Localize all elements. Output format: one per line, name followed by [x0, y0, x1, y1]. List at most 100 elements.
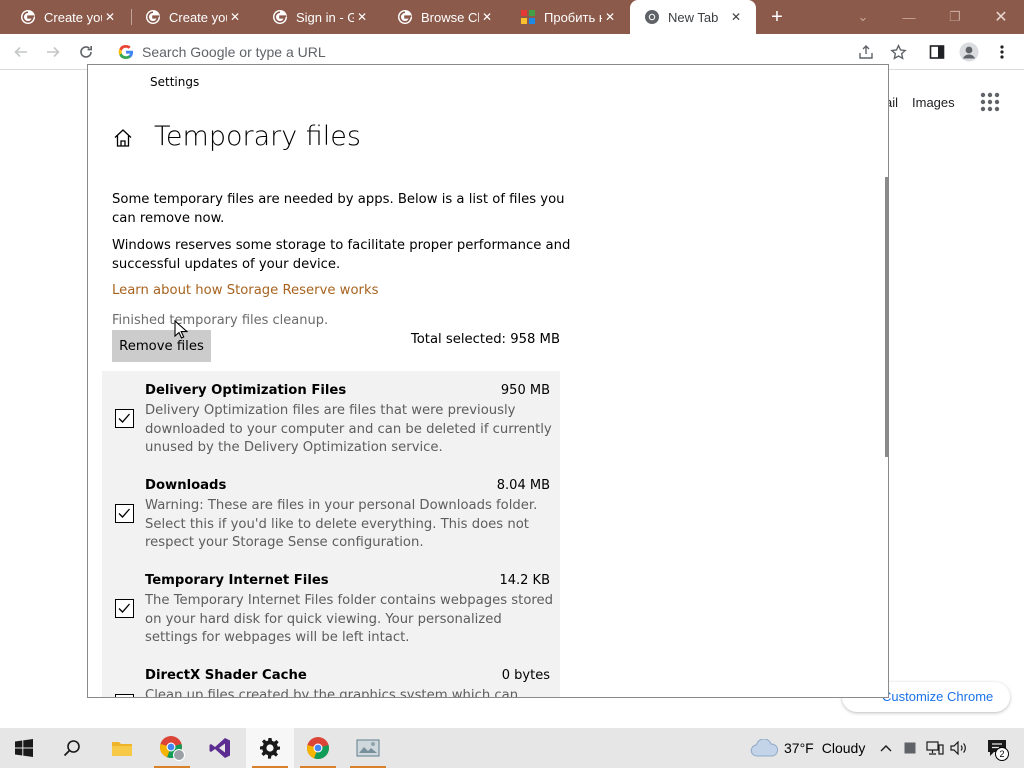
google-g-icon — [118, 44, 134, 60]
weather-widget[interactable]: 37°F Cloudy — [750, 728, 865, 768]
item-name: Downloads — [145, 478, 227, 493]
side-panel-icon[interactable] — [926, 41, 948, 63]
taskbar-chrome[interactable] — [294, 728, 342, 768]
item-name: DirectX Shader Cache — [145, 668, 307, 683]
list-item[interactable]: Delivery Optimization Files 950 MB Deliv… — [102, 371, 560, 466]
notification-count-badge: 2 — [995, 747, 1009, 761]
weather-condition: Cloudy — [821, 740, 866, 756]
chrome-icon — [307, 737, 329, 760]
total-selected-text: Total selected: 958 MB — [410, 332, 560, 347]
settings-window-title: Settings — [150, 75, 200, 89]
remove-files-button[interactable]: Remove files — [112, 330, 211, 362]
profile-avatar-icon[interactable] — [958, 41, 980, 63]
cloud-icon — [750, 739, 778, 757]
item-checkbox[interactable] — [115, 694, 134, 698]
browser-tab-title: Create your — [169, 9, 227, 25]
intro-text: Some temporary files are needed by apps.… — [112, 192, 565, 226]
start-button[interactable] — [0, 728, 48, 768]
browser-tab-3[interactable]: Sign in - Go ✕ — [252, 0, 382, 34]
settings-gear-icon — [260, 738, 280, 759]
cleanup-status-text: Finished temporary files cleanup. — [112, 313, 329, 328]
browser-tab-title: Sign in - Go — [296, 9, 354, 25]
browser-tab-strip: Create your ✕ Create your ✕ Sign in - Go… — [0, 0, 1024, 34]
item-description: The Temporary Internet Files folder cont… — [145, 593, 554, 646]
settings-scrollbar[interactable] — [885, 177, 888, 457]
browser-tab-6[interactable]: New Tab ✕ — [630, 0, 756, 34]
browser-tab-1[interactable]: Create your ✕ — [0, 0, 130, 34]
taskbar-visual-studio[interactable] — [196, 728, 244, 768]
tab-search-chevron-icon[interactable]: ⌄ — [840, 0, 886, 34]
chevron-up-icon — [880, 745, 892, 752]
item-name: Temporary Internet Files — [145, 573, 329, 588]
browser-tab-4[interactable]: Browse Chr ✕ — [377, 0, 507, 34]
google-apps-grid-icon[interactable] — [980, 92, 1000, 112]
images-link[interactable]: Images — [912, 95, 955, 110]
notification-center[interactable]: 2 — [982, 728, 1012, 768]
file-explorer-icon — [112, 742, 132, 756]
temp-files-list: Delivery Optimization Files 950 MB Deliv… — [102, 371, 560, 698]
item-description: Clean up files created by the graphics s… — [145, 688, 519, 698]
omnibox-placeholder: Search Google or type a URL — [142, 44, 326, 60]
browser-tab-title: Пробить н — [544, 9, 602, 25]
list-item[interactable]: DirectX Shader Cache 0 bytes Clean up fi… — [102, 656, 560, 698]
item-description: Delivery Optimization files are files th… — [145, 403, 552, 456]
windows-start-icon — [15, 739, 33, 757]
bookmark-star-icon[interactable] — [887, 41, 909, 63]
google-icon — [398, 10, 412, 24]
home-icon[interactable] — [112, 127, 134, 149]
volume-control[interactable] — [948, 728, 970, 768]
item-checkbox[interactable] — [115, 599, 134, 618]
reload-icon[interactable] — [75, 41, 97, 63]
google-icon — [273, 10, 287, 24]
weather-temperature: 37°F — [784, 740, 814, 756]
colorful-grid-icon — [521, 10, 535, 24]
chrome-menu-icon[interactable] — [991, 41, 1013, 63]
browser-tab-title: Create your — [44, 9, 102, 25]
checkmark-icon — [116, 695, 132, 698]
omnibox[interactable]: Search Google or type a URL — [108, 37, 920, 67]
restore-button[interactable]: ❐ — [932, 0, 978, 34]
checkmark-icon — [118, 413, 130, 423]
close-tab-icon[interactable]: ✕ — [354, 9, 370, 25]
item-size: 0 bytes — [501, 668, 550, 683]
minimize-button[interactable]: — — [886, 0, 932, 34]
item-checkbox[interactable] — [115, 409, 134, 428]
chrome-profile-icon — [160, 736, 185, 761]
item-size: 14.2 KB — [499, 573, 550, 588]
taskbar-file-explorer[interactable] — [98, 728, 146, 768]
taskbar-chrome-profile[interactable] — [148, 728, 196, 768]
search-icon — [63, 740, 80, 757]
photos-icon — [356, 739, 380, 757]
close-window-button[interactable]: ✕ — [978, 0, 1024, 34]
close-tab-icon[interactable]: ✕ — [602, 9, 618, 25]
list-item[interactable]: Temporary Internet Files 14.2 KB The Tem… — [102, 561, 560, 656]
taskbar-photos[interactable] — [344, 728, 392, 768]
close-tab-icon[interactable]: ✕ — [227, 9, 243, 25]
back-icon[interactable] — [10, 41, 32, 63]
mouse-cursor-icon — [174, 320, 188, 339]
tray-app-icon[interactable] — [900, 728, 920, 768]
close-tab-icon[interactable]: ✕ — [479, 9, 495, 25]
close-tab-icon[interactable]: ✕ — [728, 9, 744, 25]
forward-icon[interactable] — [42, 41, 64, 63]
list-item[interactable]: Downloads 8.04 MB Warning: These are fil… — [102, 466, 560, 561]
checkmark-icon — [118, 603, 130, 613]
speaker-icon — [950, 741, 966, 755]
tray-square-icon — [904, 742, 916, 754]
customize-chrome-label: Customize Chrome — [882, 689, 994, 704]
taskbar-settings[interactable] — [246, 728, 294, 768]
show-hidden-icons-chevron[interactable] — [876, 728, 896, 768]
storage-reserve-link[interactable]: Learn about how Storage Reserve works — [112, 283, 378, 298]
browser-tab-2[interactable]: Create your ✕ — [125, 0, 255, 34]
close-tab-icon[interactable]: ✕ — [102, 9, 118, 25]
item-name: Delivery Optimization Files — [145, 383, 347, 398]
item-size: 8.04 MB — [496, 478, 550, 493]
google-icon — [146, 10, 160, 24]
google-icon — [21, 10, 35, 24]
new-tab-button[interactable]: + — [766, 6, 788, 28]
taskbar-search-button[interactable] — [48, 728, 96, 768]
network-status[interactable] — [924, 728, 946, 768]
browser-tab-5[interactable]: Пробить н ✕ — [500, 0, 630, 34]
item-checkbox[interactable] — [115, 504, 134, 523]
share-icon[interactable] — [855, 41, 877, 63]
